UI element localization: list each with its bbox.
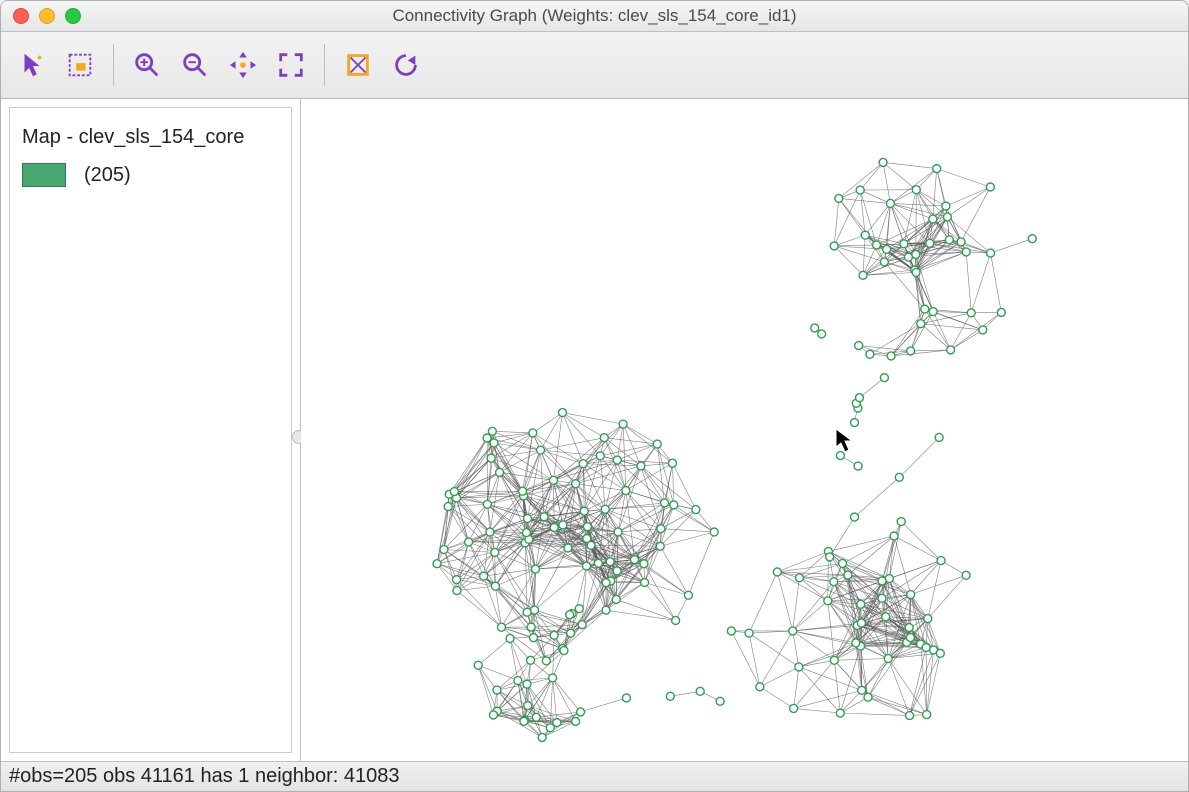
window-title: Connectivity Graph (Weights: clev_sls_15… bbox=[1, 6, 1188, 26]
legend-item[interactable]: (205) bbox=[22, 163, 279, 187]
legend-swatch bbox=[22, 163, 66, 187]
traffic-lights bbox=[13, 8, 81, 24]
legend-panel: Map - clev_sls_154_core (205) bbox=[9, 107, 292, 753]
content-area: Map - clev_sls_154_core (205) bbox=[1, 99, 1188, 761]
status-bar: #obs=205 obs 41161 has 1 neighbor: 41083 bbox=[1, 761, 1188, 791]
graph-svg[interactable] bbox=[301, 99, 1188, 761]
zoom-out-icon[interactable] bbox=[174, 44, 216, 86]
app-window: Connectivity Graph (Weights: clev_sls_15… bbox=[0, 0, 1189, 792]
fit-icon[interactable] bbox=[270, 44, 312, 86]
toolbar bbox=[1, 32, 1188, 99]
maximize-button[interactable] bbox=[65, 8, 81, 24]
mouse-cursor bbox=[835, 428, 855, 459]
legend-count: (205) bbox=[84, 164, 131, 187]
pan-icon[interactable] bbox=[222, 44, 264, 86]
status-text: #obs=205 obs 41161 has 1 neighbor: 41083 bbox=[9, 765, 400, 788]
sidebar: Map - clev_sls_154_core (205) bbox=[1, 99, 301, 761]
zoom-in-icon[interactable] bbox=[126, 44, 168, 86]
select-rect-icon[interactable] bbox=[59, 44, 101, 86]
refresh-icon[interactable] bbox=[385, 44, 427, 86]
legend-title: Map - clev_sls_154_core bbox=[22, 126, 279, 149]
toolbar-separator bbox=[324, 44, 325, 86]
toolbar-separator bbox=[113, 44, 114, 86]
minimize-button[interactable] bbox=[39, 8, 55, 24]
titlebar[interactable]: Connectivity Graph (Weights: clev_sls_15… bbox=[1, 1, 1188, 32]
select-arrow-icon[interactable] bbox=[11, 44, 53, 86]
graph-canvas[interactable] bbox=[301, 99, 1188, 761]
close-button[interactable] bbox=[13, 8, 29, 24]
highlight-select-icon[interactable] bbox=[337, 44, 379, 86]
